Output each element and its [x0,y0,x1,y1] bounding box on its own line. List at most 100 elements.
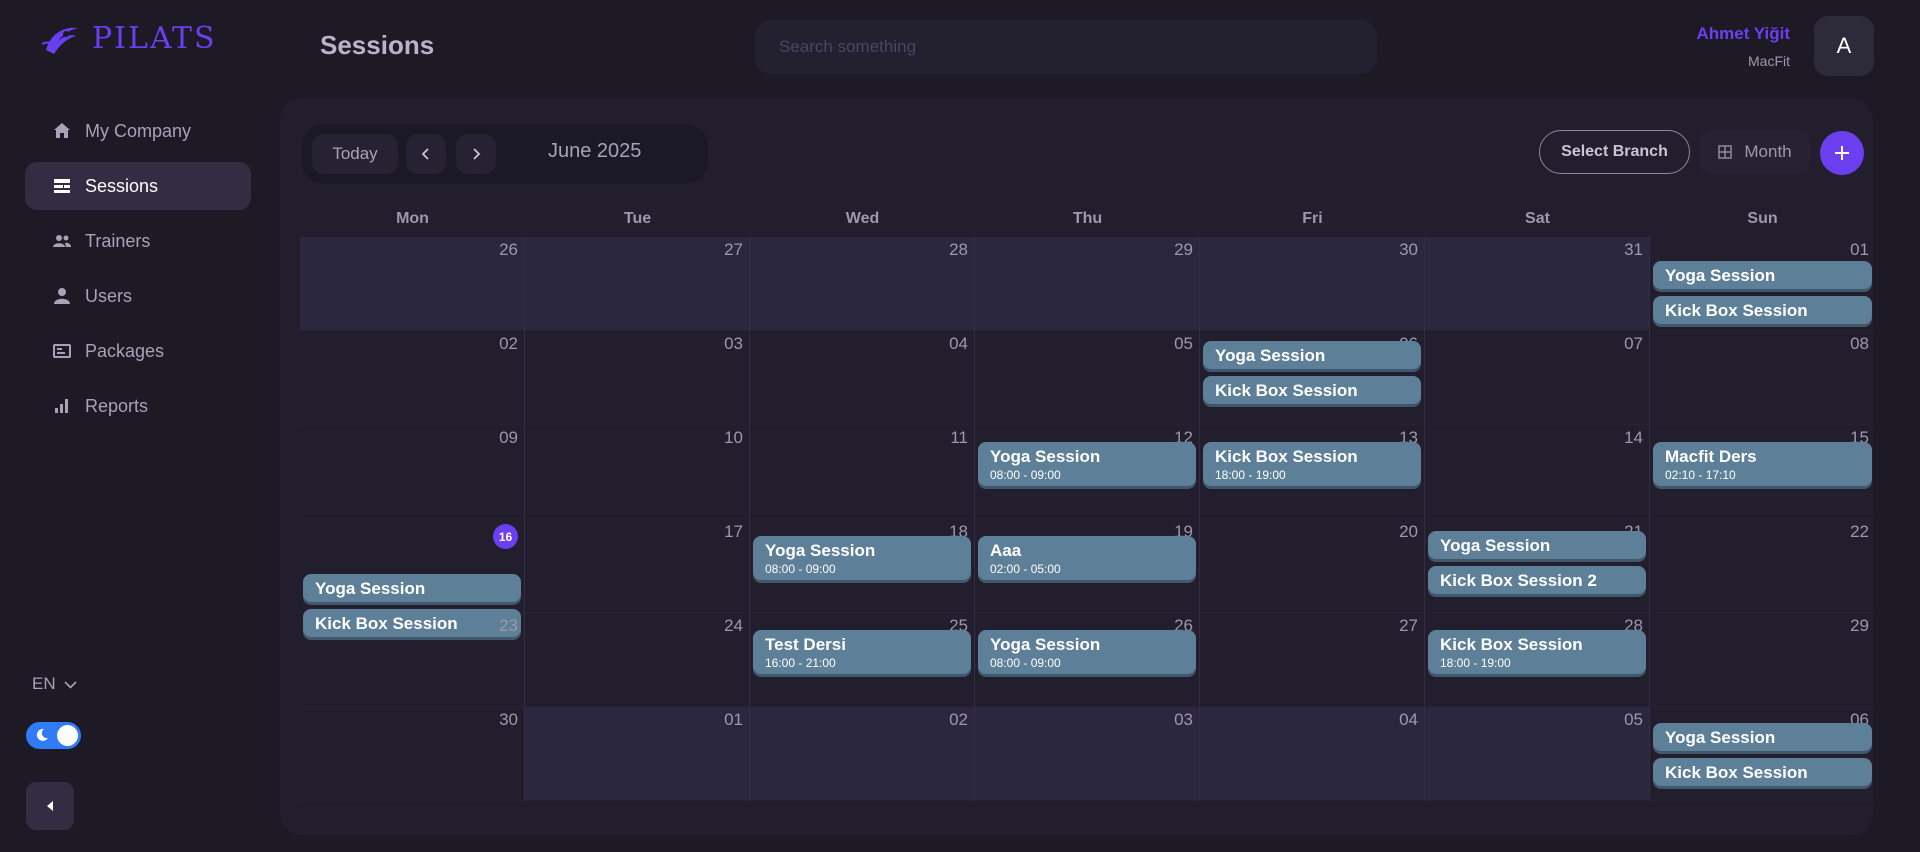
view-selector-button[interactable]: Month [1700,130,1810,174]
session-event[interactable]: Yoga Session [1428,531,1646,559]
session-event[interactable]: Yoga Session 08:00 - 09:00 [978,442,1196,486]
calendar-day-cell[interactable]: 10 [525,425,750,519]
add-session-button[interactable] [1820,131,1864,175]
session-event[interactable]: Yoga Session [1653,723,1872,751]
page-title: Sessions [320,30,435,60]
session-event[interactable]: Kick Box Session 2 [1428,566,1646,594]
sidebar-item-trainers[interactable]: Trainers [25,217,251,265]
calendar-day-cell[interactable]: 05 [1425,707,1650,801]
user-info[interactable]: Ahmet Yiğit MacFit [1696,24,1790,69]
logo-text: PILATS [92,20,217,56]
sidebar-item-reports[interactable]: Reports [25,382,251,430]
calendar-day-cell[interactable]: 29 [975,237,1200,331]
session-event[interactable]: Yoga Session 08:00 - 09:00 [753,536,971,580]
session-event[interactable]: Kick Box Session [1653,296,1872,324]
sidebar-item-label: My Company [85,120,192,141]
calendar-day-cell[interactable]: 14 [1425,425,1650,519]
calendar-day-cell[interactable]: 18 Yoga Session 08:00 - 09:00 [750,519,975,613]
calendar-day-cell[interactable]: 30 [300,707,525,801]
calendar-day-cell[interactable]: 27 [1200,613,1425,707]
calendar-day-cell[interactable]: 05 [975,331,1200,425]
calendar-day-cell[interactable]: 29 [1650,613,1875,707]
session-event[interactable]: Yoga Session [1653,261,1872,289]
session-event[interactable]: Kick Box Session 18:00 - 19:00 [1428,630,1646,674]
collapse-sidebar-button[interactable] [26,782,74,830]
home-icon [53,122,71,140]
select-branch-button[interactable]: Select Branch [1539,130,1690,174]
event-time: 02:00 - 05:00 [990,561,1061,576]
calendar-day-cell[interactable]: 12 Yoga Session 08:00 - 09:00 [975,425,1200,519]
day-number: 29 [1174,240,1193,259]
calendar-day-cell[interactable]: 08 [1650,331,1875,425]
calendar-day-cell[interactable]: 28 Kick Box Session 18:00 - 19:00 [1425,613,1650,707]
calendar-day-cell[interactable]: 16 Yoga Session Kick Box Session [300,519,525,637]
language-selector[interactable]: EN [32,674,77,694]
sidebar-item-sessions[interactable]: Sessions [25,162,251,210]
calendar-day-cell[interactable]: 24 [525,613,750,707]
session-event[interactable]: Macfit Ders 02:10 - 17:10 [1653,442,1872,486]
calendar-day-cell[interactable]: 26 Yoga Session 08:00 - 09:00 [975,613,1200,707]
calendar-day-cell[interactable]: 13 Kick Box Session 18:00 - 19:00 [1200,425,1425,519]
calendar-day-cell[interactable]: 26 [300,237,525,331]
calendar-week-row: 0203040506Yoga SessionKick Box Session07… [300,331,1875,425]
calendar-day-cell[interactable]: 06Yoga SessionKick Box Session [1200,331,1425,425]
calendar-day-cell[interactable]: 28 [750,237,975,331]
sidebar-item-packages[interactable]: Packages [25,327,251,375]
sidebar-item-users[interactable]: Users [25,272,251,320]
sidebar-item-my-company[interactable]: My Company [25,107,251,155]
avatar[interactable]: A [1814,16,1874,76]
day-number: 04 [1399,710,1418,729]
calendar-day-cell[interactable]: 31 [1425,237,1650,331]
calendar-day-cell[interactable]: 25 Test Dersi 16:00 - 21:00 [750,613,975,707]
calendar-day-cell[interactable]: 21Yoga SessionKick Box Session 2 [1425,519,1650,613]
calendar-day-cell[interactable]: 09 [300,425,525,519]
dark-mode-toggle[interactable] [26,722,81,749]
calendar-day-cell[interactable]: 17 [525,519,750,613]
trainers-icon [53,232,71,250]
day-number: 22 [1850,522,1869,541]
session-event[interactable]: Yoga Session 08:00 - 09:00 [978,630,1196,674]
prev-month-button[interactable] [406,134,446,174]
calendar-day-cell[interactable]: 27 [525,237,750,331]
session-event[interactable]: Yoga Session [1203,341,1421,369]
session-event[interactable]: Kick Box Session [1203,376,1421,404]
session-event[interactable]: Kick Box Session [1653,758,1872,786]
calendar-day-cell[interactable]: 04 [750,331,975,425]
calendar-day-cell[interactable]: 11 [750,425,975,519]
event-time: 08:00 - 09:00 [765,561,836,576]
calendar-day-cell[interactable]: 06Yoga SessionKick Box Session [1650,707,1875,801]
event-title: Aaa [990,540,1022,560]
calendar-day-cell[interactable]: 01 Yoga Session Kick Box Session [1650,237,1875,331]
calendar-day-cell[interactable]: 15 Macfit Ders 02:10 - 17:10 [1650,425,1875,519]
user-name: Ahmet Yiğit [1696,24,1790,43]
calendar-day-cell[interactable]: 22 [1650,519,1875,613]
calendar-day-cell[interactable]: 02 [750,707,975,801]
session-event[interactable]: Yoga Session [303,574,521,602]
calendar-day-cell[interactable]: 01 [525,707,750,801]
calendar-day-cell[interactable]: 19 Aaa 02:00 - 05:00 [975,519,1200,613]
session-event[interactable]: Aaa 02:00 - 05:00 [978,536,1196,580]
calendar-day-cell[interactable]: 20 [1200,519,1425,613]
day-number: 14 [1624,428,1643,447]
next-month-button[interactable] [456,134,496,174]
today-day-number: 16 [493,524,518,549]
calendar-day-cell[interactable]: 07 [1425,331,1650,425]
event-title: Kick Box Session 2 [1440,570,1597,590]
app-logo[interactable]: PILATS [40,20,217,56]
calendar-day-cell[interactable]: 23 [300,613,525,707]
today-button[interactable]: Today [312,134,398,174]
calendar-day-cell[interactable]: 03 [525,331,750,425]
calendar-day-cell[interactable]: 30 [1200,237,1425,331]
calendar-day-cell[interactable]: 02 [300,331,525,425]
event-title: Yoga Session [765,540,876,560]
calendar-day-cell[interactable]: 03 [975,707,1200,801]
weekday-label: Wed [845,210,880,227]
day-number: 05 [1624,710,1643,729]
search-input[interactable] [755,20,1377,74]
weekday-label: Tue [623,210,652,227]
day-events: Yoga Session 08:00 - 09:00 [978,630,1196,674]
calendar-day-cell[interactable]: 04 [1200,707,1425,801]
session-event[interactable]: Kick Box Session 18:00 - 19:00 [1203,442,1421,486]
session-event[interactable]: Test Dersi 16:00 - 21:00 [753,630,971,674]
day-number: 27 [724,240,743,259]
